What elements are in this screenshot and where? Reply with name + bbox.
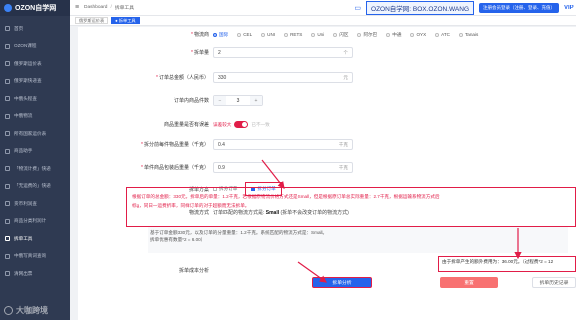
arrow-icon [261,159,285,189]
arrow-icon [297,261,327,283]
annotation-arrows [261,159,522,283]
